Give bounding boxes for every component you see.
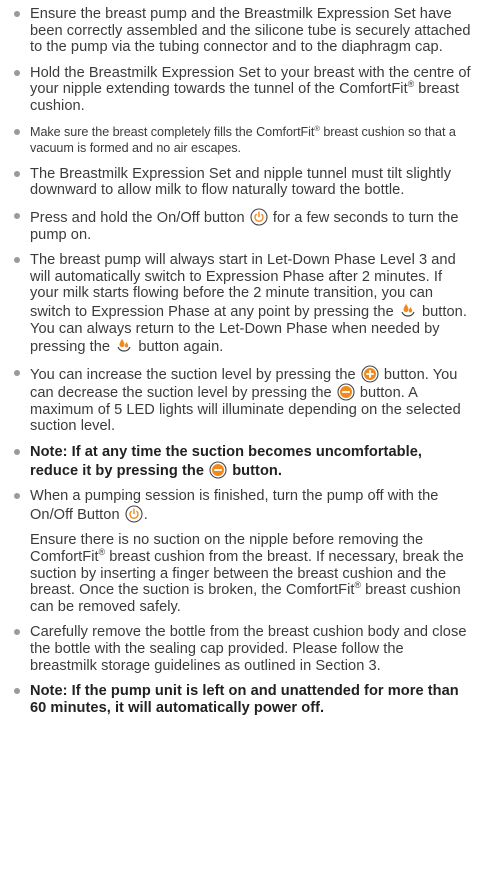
bullet-icon [14, 257, 20, 264]
instruction-text: Carefully remove the bottle from the bre… [30, 624, 467, 674]
bullet-icon [14, 369, 20, 376]
bullet-icon [14, 493, 20, 500]
note-text: Note: If the pump unit is left on and un… [30, 683, 459, 716]
bullet-icon [14, 449, 20, 456]
bullet-icon [14, 128, 20, 135]
instruction-text: Make sure the breast completely fills th… [30, 124, 315, 139]
list-item: Note: If the pump unit is left on and un… [14, 683, 474, 716]
instruction-text: Ensure the breast pump and the Breastmil… [30, 6, 471, 56]
list-item: You can increase the suction level by pr… [14, 365, 474, 435]
instructions-page: Ensure the breast pump and the Breastmil… [0, 0, 482, 885]
list-item: Make sure the breast completely fills th… [14, 124, 474, 157]
bullet-icon [14, 69, 20, 76]
instruction-text: The Breastmilk Expression Set and nipple… [30, 165, 452, 199]
instruction-text: Press and hold the On/Off button [30, 209, 249, 226]
instruction-text: button again. [134, 339, 224, 356]
list-item: When a pumping session is finished, turn… [14, 488, 474, 523]
bullet-icon [14, 212, 20, 219]
instruction-text: The breast pump will always start in Let… [30, 252, 456, 320]
list-item: Hold the Breastmilk Expression Set to yo… [14, 65, 474, 115]
list-item: The Breastmilk Expression Set and nipple… [14, 166, 474, 199]
list-item: The breast pump will always start in Let… [14, 252, 474, 356]
minus-circle-icon [337, 383, 355, 401]
power-icon [125, 505, 143, 523]
bullet-icon [14, 170, 20, 177]
note-text: button. [228, 462, 282, 479]
droplets-phase-icon [399, 302, 417, 320]
list-item: Carefully remove the bottle from the bre… [14, 624, 474, 674]
droplets-phase-icon [115, 337, 133, 355]
power-icon [250, 208, 268, 226]
instruction-text: . [143, 506, 148, 523]
instruction-text: When a pumping session is finished, turn… [30, 488, 439, 523]
paragraph: Ensure there is no suction on the nipple… [14, 532, 474, 615]
minus-circle-icon [209, 461, 227, 479]
list-item: Note: If at any time the suction becomes… [14, 444, 474, 479]
bullet-icon [14, 11, 20, 17]
instruction-text: Hold the Breastmilk Expression Set to yo… [30, 64, 471, 98]
instruction-text: You can increase the suction level by pr… [30, 366, 360, 383]
list-item: Ensure the breast pump and the Breastmil… [14, 6, 474, 56]
plus-circle-icon [361, 365, 379, 383]
bullet-icon [14, 688, 20, 695]
bullet-icon [14, 629, 20, 636]
list-item: Press and hold the On/Off button for a f… [14, 208, 474, 243]
